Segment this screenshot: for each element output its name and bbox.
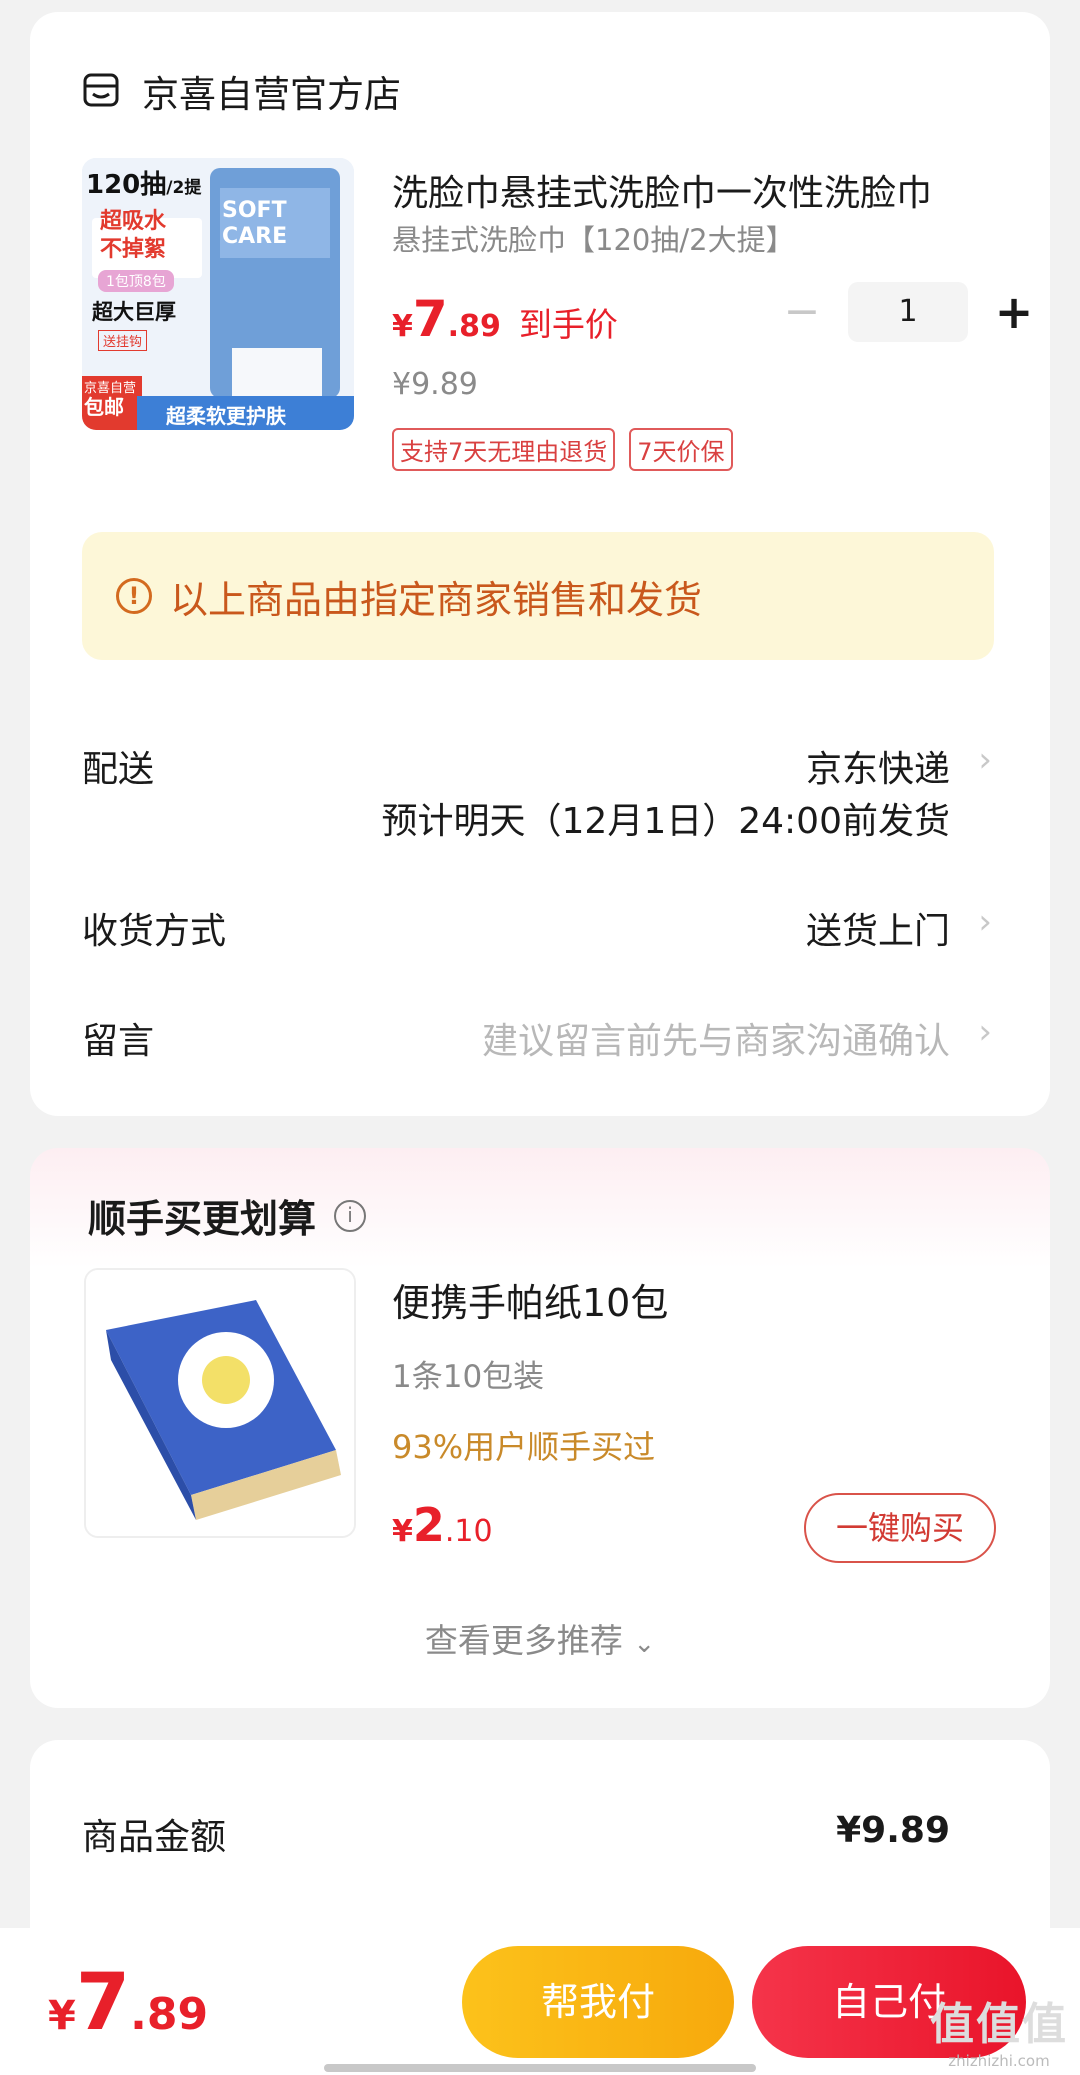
delivery-eta: 预计明天（12月1日）24:00前发货 — [381, 801, 950, 842]
recommend-title: 顺手买更划算 i — [88, 1188, 367, 1243]
total-decimal: .89 — [130, 1989, 209, 2040]
image-text-bottom: 超柔软更护肤 — [166, 404, 286, 428]
chevron-right-icon[interactable]: › — [978, 740, 992, 780]
watermark-text: 值值值 — [930, 1999, 1068, 2050]
image-text-top: 120抽/2提 — [86, 170, 202, 200]
recommend-price: ¥ 2 .10 — [392, 1498, 493, 1552]
receive-label: 收货方式 — [82, 911, 227, 952]
price-decimal: .89 — [447, 309, 501, 344]
recommend-spec: 1条10包装 — [392, 1359, 545, 1395]
recommend-price-integer: 2 — [412, 1498, 445, 1552]
one-click-buy-button[interactable]: 一键购买 — [804, 1493, 996, 1563]
order-card: 京喜自营官方店 120抽/2提 超吸水 不掉絮 1包顶8包 超大巨厚 送挂钩 SO… — [30, 12, 1050, 1116]
quantity-stepper: − 1 + — [780, 282, 1036, 342]
goods-amount-value: ¥9.89 — [836, 1810, 950, 1851]
home-indicator[interactable] — [324, 2064, 756, 2072]
tag-return-policy[interactable]: 支持7天无理由退货 — [392, 428, 616, 471]
original-price: ¥9.89 — [392, 367, 478, 402]
quantity-value[interactable]: 1 — [848, 282, 968, 342]
watermark: 值值值 zhizhizhi.com — [930, 1988, 1068, 2070]
seller-notice: ! 以上商品由指定商家销售和发货 — [82, 532, 994, 660]
info-icon[interactable]: i — [334, 1199, 367, 1232]
product-image[interactable]: 120抽/2提 超吸水 不掉絮 1包顶8包 超大巨厚 送挂钩 SOFT CARE … — [82, 158, 354, 430]
watermark-url: zhizhizhi.com — [948, 2052, 1050, 2070]
bottom-pay-bar: ¥ 7 .89 帮我付 自己付 值值值 zhizhizhi.com — [0, 1928, 1080, 2075]
image-text-brand: SOFT CARE — [222, 198, 288, 249]
chevron-down-icon: ⌄ — [633, 1629, 656, 1659]
image-text-pill: 1包顶8包 — [98, 270, 174, 292]
store-name[interactable]: 京喜自营官方店 — [142, 64, 401, 118]
plus-icon[interactable]: + — [992, 282, 1036, 342]
total-price: ¥ 7 .89 — [48, 1958, 208, 2048]
price-tag: 到手价 — [518, 305, 618, 344]
chevron-right-icon[interactable]: › — [978, 902, 992, 942]
total-currency: ¥ — [48, 1993, 76, 2039]
message-input[interactable]: 建议留言前先与商家沟通确认 — [482, 1012, 950, 1064]
tag-price-protect[interactable]: 7天价保 — [629, 428, 733, 471]
product-price: ¥ 7 .89 到手价 — [392, 290, 618, 348]
info-icon: ! — [116, 578, 152, 614]
goods-amount-label: 商品金额 — [82, 1817, 227, 1858]
recommend-name[interactable]: 便携手帕纸10包 — [392, 1272, 668, 1327]
chevron-right-icon[interactable]: › — [978, 1012, 992, 1052]
recommend-title-text: 顺手买更划算 — [88, 1197, 317, 1241]
notice-text: 以上商品由指定商家销售和发货 — [170, 577, 703, 622]
message-label: 留言 — [82, 1021, 155, 1062]
store-icon — [83, 73, 119, 107]
store-header[interactable]: 京喜自营官方店 — [82, 64, 401, 118]
image-badge: 京喜自营 包邮 — [84, 381, 137, 419]
image-text-thick: 超大巨厚 — [92, 300, 176, 324]
image-text-gift: 送挂钩 — [98, 330, 148, 351]
recommend-price-decimal: .10 — [444, 1514, 493, 1549]
more-recommend-link[interactable]: 查看更多推荐 ⌄ — [30, 1614, 1050, 1662]
more-recommend-text: 查看更多推荐 — [424, 1621, 623, 1660]
delivery-label: 配送 — [82, 749, 155, 790]
minus-icon[interactable]: − — [780, 282, 824, 342]
image-text-features: 超吸水 不掉絮 — [100, 209, 167, 262]
product-title[interactable]: 洗脸巾悬挂式洗脸巾一次性洗脸巾 — [392, 164, 992, 216]
price-integer: 7 — [412, 290, 448, 348]
recommend-card: 顺手买更划算 i 便携手帕纸10包 1条10包装 93%用户顺手买过 ¥ 2 .… — [30, 1148, 1050, 1708]
total-integer: 7 — [75, 1958, 131, 2048]
price-currency: ¥ — [392, 309, 413, 344]
recommend-social-proof: 93%用户顺手买过 — [392, 1428, 656, 1466]
service-tags: 支持7天无理由退货 7天价保 — [392, 428, 747, 471]
receive-value[interactable]: 送货上门 — [806, 902, 950, 954]
recommend-image[interactable] — [84, 1268, 356, 1538]
help-pay-button[interactable]: 帮我付 — [462, 1946, 734, 2058]
product-spec[interactable]: 悬挂式洗脸巾【120抽/2大提】 — [392, 217, 795, 259]
delivery-value[interactable]: 京东快递 — [806, 740, 950, 792]
recommend-price-currency: ¥ — [392, 1514, 413, 1549]
